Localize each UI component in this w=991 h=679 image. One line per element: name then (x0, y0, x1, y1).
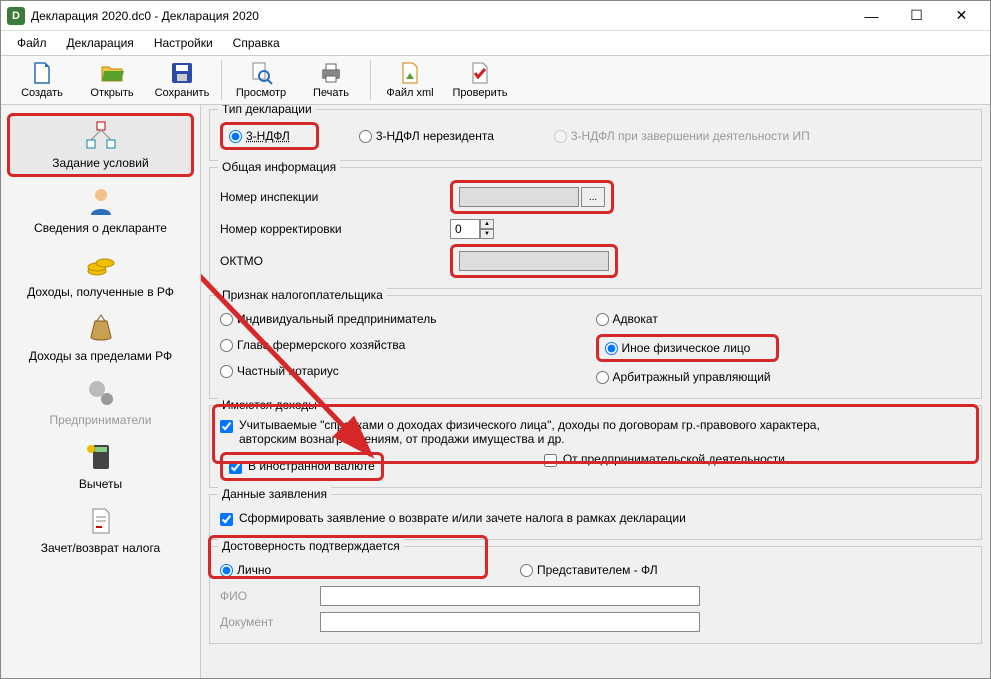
check-foreign-currency[interactable]: В иностранной валюте (229, 459, 375, 474)
content-panel: Тип декларации 3-НДФЛ 3-НДФЛ нерезидента… (201, 105, 990, 678)
group-legend: Достоверность подтверждается (218, 539, 404, 553)
group-legend: Имеются доходы (218, 398, 321, 412)
nav-income-abroad[interactable]: Доходы за пределами РФ (7, 307, 194, 369)
radio-ip[interactable]: Индивидуальный предприниматель (220, 312, 436, 326)
nav-declarant[interactable]: Сведения о декларанте (7, 179, 194, 241)
nav-conditions[interactable]: Задание условий (7, 113, 194, 177)
input-correction[interactable] (450, 219, 480, 239)
money-bag-icon (85, 313, 117, 345)
radio-notary[interactable]: Частный нотариус (220, 364, 339, 378)
application-group: Данные заявления Сформировать заявление … (209, 494, 982, 540)
radio-other-person[interactable]: Иное физическое лицо (605, 341, 751, 355)
nav-deductions[interactable]: Вычеты (7, 435, 194, 497)
taxpayer-group: Признак налогоплательщика Индивидуальный… (209, 295, 982, 399)
confirmation-group: Достоверность подтверждается Лично Предс… (209, 546, 982, 644)
calculator-icon (85, 441, 117, 473)
toolbar-view[interactable]: Просмотр (226, 57, 296, 103)
toolbar-create[interactable]: Создать (7, 57, 77, 103)
browse-inspection-button[interactable]: ... (581, 187, 605, 207)
radio-3ndfl-ip-end[interactable]: 3-НДФЛ при завершении деятельности ИП (554, 129, 810, 143)
conditions-icon (85, 120, 117, 152)
group-legend: Данные заявления (218, 487, 331, 501)
maximize-button[interactable]: ☐ (894, 2, 939, 30)
check-income-certificates[interactable]: Учитываемые "справками о доходах физичес… (220, 418, 839, 446)
app-icon: D (7, 7, 25, 25)
declaration-type-group: Тип декларации 3-НДФЛ 3-НДФЛ нерезидента… (209, 109, 982, 161)
coins-icon (85, 249, 117, 281)
menu-declaration[interactable]: Декларация (59, 34, 142, 52)
save-icon (170, 61, 194, 85)
input-fio (320, 586, 700, 606)
radio-farmer[interactable]: Глава фермерского хозяйства (220, 338, 405, 352)
printer-icon (319, 61, 343, 85)
toolbar-print[interactable]: Печать (296, 57, 366, 103)
toolbar-divider (221, 60, 222, 100)
group-legend: Общая информация (218, 160, 340, 174)
sidebar: Задание условий Сведения о декларанте До… (1, 105, 201, 678)
label-document: Документ (220, 615, 320, 629)
general-info-group: Общая информация Номер инспекции ... Ном… (209, 167, 982, 289)
radio-arbitration[interactable]: Арбитражный управляющий (596, 370, 771, 384)
group-legend: Тип декларации (218, 105, 316, 116)
new-file-icon (30, 61, 54, 85)
folder-open-icon (100, 61, 124, 85)
input-inspection[interactable] (459, 187, 579, 207)
spin-down[interactable]: ▼ (480, 229, 494, 239)
nav-offset[interactable]: Зачет/возврат налога (7, 499, 194, 561)
check-entrepreneur-income[interactable]: От предпринимательской деятельности (544, 452, 785, 467)
main-area: Задание условий Сведения о декларанте До… (1, 105, 990, 678)
toolbar-save[interactable]: Сохранить (147, 57, 217, 103)
window-title: Декларация 2020.dc0 - Декларация 2020 (31, 9, 849, 23)
input-document (320, 612, 700, 632)
app-window: D Декларация 2020.dc0 - Декларация 2020 … (0, 0, 991, 679)
menu-settings[interactable]: Настройки (146, 34, 221, 52)
nav-income-rf[interactable]: Доходы, полученные в РФ (7, 243, 194, 305)
label-inspection: Номер инспекции (220, 190, 450, 204)
xml-file-icon (398, 61, 422, 85)
gears-icon (85, 377, 117, 409)
nav-entrepreneurs[interactable]: Предприниматели (7, 371, 194, 433)
radio-advocate[interactable]: Адвокат (596, 312, 658, 326)
menu-bar: Файл Декларация Настройки Справка (1, 31, 990, 55)
radio-representative[interactable]: Представителем - ФЛ (520, 563, 658, 577)
income-group: Имеются доходы Учитываемые "справками о … (209, 405, 982, 488)
label-fio: ФИО (220, 589, 320, 603)
input-oktmo[interactable] (459, 251, 609, 271)
menu-help[interactable]: Справка (225, 34, 288, 52)
correction-spinner[interactable]: ▲▼ (450, 219, 494, 239)
group-legend: Признак налогоплательщика (218, 288, 387, 302)
toolbar: Создать Открыть Сохранить Просмотр Печат… (1, 55, 990, 105)
radio-3ndfl[interactable]: 3-НДФЛ (229, 129, 290, 143)
magnifier-icon (249, 61, 273, 85)
toolbar-check[interactable]: Проверить (445, 57, 515, 103)
toolbar-open[interactable]: Открыть (77, 57, 147, 103)
check-generate-application[interactable]: Сформировать заявление о возврате и/или … (220, 511, 686, 526)
radio-personally[interactable]: Лично (220, 563, 500, 577)
title-bar: D Декларация 2020.dc0 - Декларация 2020 … (1, 1, 990, 31)
window-controls: — ☐ ✕ (849, 2, 984, 30)
toolbar-divider-2 (370, 60, 371, 100)
check-file-icon (468, 61, 492, 85)
person-icon (85, 185, 117, 217)
toolbar-xml[interactable]: Файл xml (375, 57, 445, 103)
menu-file[interactable]: Файл (9, 34, 55, 52)
radio-3ndfl-nonresident[interactable]: 3-НДФЛ нерезидента (359, 129, 494, 143)
close-button[interactable]: ✕ (939, 2, 984, 30)
document-icon (85, 505, 117, 537)
label-oktmo: ОКТМО (220, 254, 450, 268)
minimize-button[interactable]: — (849, 2, 894, 30)
label-correction: Номер корректировки (220, 222, 450, 236)
spin-up[interactable]: ▲ (480, 219, 494, 229)
